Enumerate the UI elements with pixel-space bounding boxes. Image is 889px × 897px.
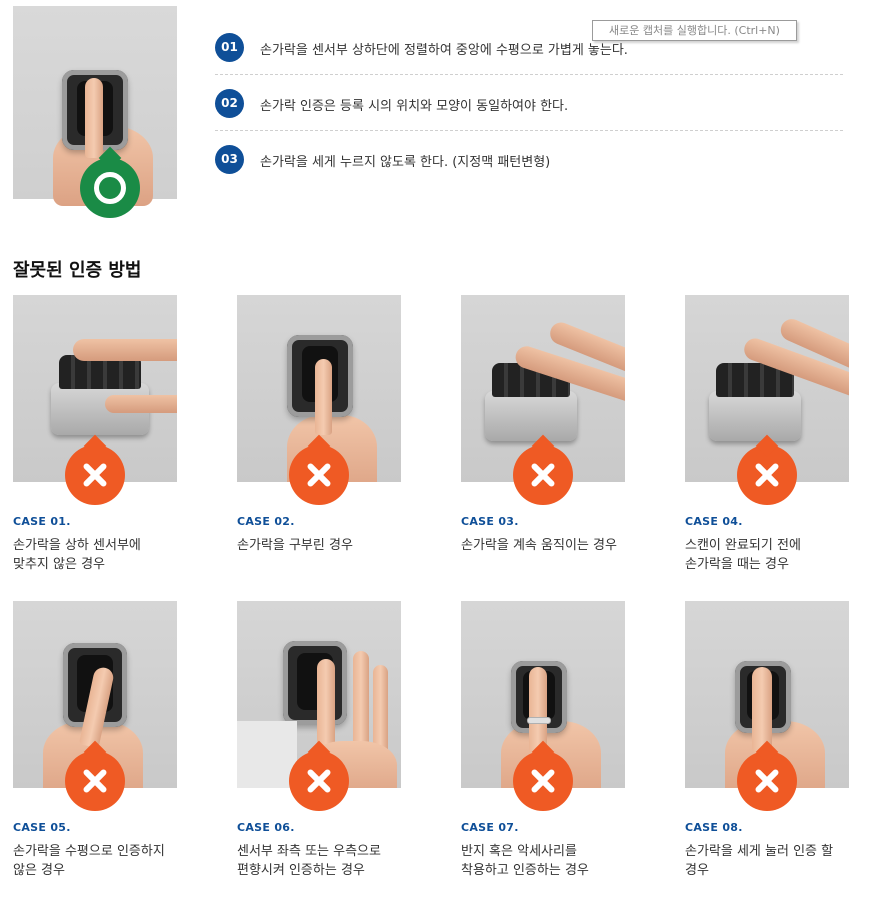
- x-icon: [737, 445, 797, 505]
- case-description: 손가락을 수평으로 인증하지 않은 경우: [13, 844, 165, 878]
- case-description: 손가락을 계속 움직이는 경우: [461, 538, 617, 553]
- case-label: CASE 02.: [237, 515, 295, 528]
- case-description: 센서부 좌측 또는 우측으로 편향시켜 인증하는 경우: [237, 844, 381, 878]
- step-text: 손가락을 세게 누르지 않도록 한다. (지정맥 패턴변형): [260, 155, 551, 170]
- case-description: 손가락을 구부린 경우: [237, 538, 353, 553]
- x-icon: [65, 445, 125, 505]
- case-card-08: CASE 08. 손가락을 세게 눌러 인증 할 경우: [685, 601, 849, 891]
- section-title: 잘못된 인증 방법: [13, 260, 142, 281]
- step-number: 03: [215, 145, 244, 174]
- case-card-07: CASE 07. 반지 혹은 악세사리를 착용하고 인증하는 경우: [461, 601, 625, 891]
- x-icon: [289, 751, 349, 811]
- case-card-01: CASE 01. 손가락을 상하 센서부에 맞추지 않은 경우: [13, 295, 177, 585]
- case-label: CASE 07.: [461, 821, 519, 834]
- x-icon: [513, 751, 573, 811]
- correct-method-photo: [13, 6, 177, 218]
- case-description: 반지 혹은 악세사리를 착용하고 인증하는 경우: [461, 844, 589, 878]
- case-card-06: CASE 06. 센서부 좌측 또는 우측으로 편향시켜 인증하는 경우: [237, 601, 401, 891]
- case-description: 손가락을 상하 센서부에 맞추지 않은 경우: [13, 538, 141, 572]
- step-text: 손가락 인증은 등록 시의 위치와 모양이 동일하여야 한다.: [260, 99, 569, 114]
- step-number: 01: [215, 33, 244, 62]
- case-card-04: CASE 04. 스캔이 완료되기 전에 손가락을 때는 경우: [685, 295, 849, 585]
- step-number: 02: [215, 89, 244, 118]
- case-card-05: CASE 05. 손가락을 수평으로 인증하지 않은 경우: [13, 601, 177, 891]
- case-card-03: CASE 03. 손가락을 계속 움직이는 경우: [461, 295, 625, 585]
- case-label: CASE 06.: [237, 821, 295, 834]
- step-01: 01 손가락을 센서부 상하단에 정렬하여 중앙에 수평으로 가볍게 놓는다.: [215, 33, 843, 89]
- case-label: CASE 05.: [13, 821, 71, 834]
- correct-check-icon: [80, 158, 140, 218]
- capture-tooltip: 새로운 캡처를 실행합니다. (Ctrl+N): [592, 20, 797, 41]
- step-text: 손가락을 센서부 상하단에 정렬하여 중앙에 수평으로 가볍게 놓는다.: [260, 43, 628, 58]
- step-03: 03 손가락을 세게 누르지 않도록 한다. (지정맥 패턴변형): [215, 145, 843, 201]
- divider: [215, 74, 843, 75]
- x-icon: [65, 751, 125, 811]
- case-description: 스캔이 완료되기 전에 손가락을 때는 경우: [685, 538, 801, 572]
- case-card-02: CASE 02. 손가락을 구부린 경우: [237, 295, 401, 585]
- case-label: CASE 04.: [685, 515, 743, 528]
- x-icon: [289, 445, 349, 505]
- case-label: CASE 08.: [685, 821, 743, 834]
- divider: [215, 130, 843, 131]
- case-label: CASE 01.: [13, 515, 71, 528]
- case-label: CASE 03.: [461, 515, 519, 528]
- x-icon: [737, 751, 797, 811]
- x-icon: [513, 445, 573, 505]
- case-description: 손가락을 세게 눌러 인증 할 경우: [685, 844, 834, 878]
- step-02: 02 손가락 인증은 등록 시의 위치와 모양이 동일하여야 한다.: [215, 89, 843, 145]
